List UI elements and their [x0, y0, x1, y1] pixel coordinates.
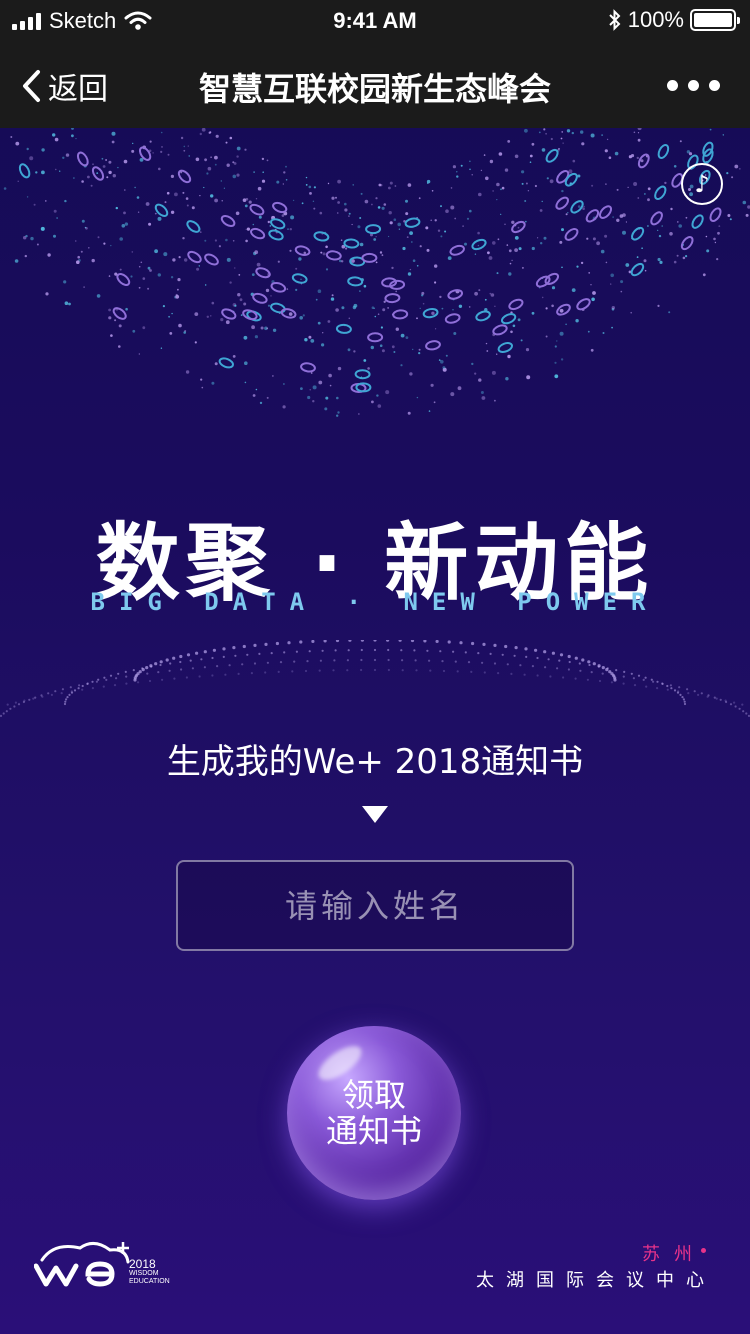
location-dot	[701, 1248, 706, 1253]
generate-prompt: 生成我的We+ 2018通知书	[166, 742, 584, 782]
screen: Sketch 9:41 AM 100% 返回 智慧互联校园新生态峰会 ♪ 数聚 …	[0, 0, 750, 1334]
nav-bar: 返回 智慧互联校园新生态峰会	[0, 40, 750, 128]
location-city: 苏州	[642, 1244, 706, 1265]
page-title: 智慧互联校园新生态峰会	[198, 70, 551, 108]
logo-tagline-1: WISDOM	[129, 1270, 159, 1277]
name-input[interactable]	[176, 860, 574, 951]
logo-tagline-2: EDUCATION	[129, 1278, 170, 1285]
subheadline: BIG DATA · NEW POWER	[90, 588, 660, 616]
bluetooth-icon	[609, 9, 621, 31]
logo-year: 2018	[129, 1257, 156, 1271]
music-toggle-button[interactable]: ♪	[681, 163, 723, 205]
claim-line-2: 通知书	[325, 1112, 422, 1150]
location-venue: 太湖国际会议中心	[476, 1270, 716, 1291]
battery-group: 100%	[608, 7, 740, 33]
more-dots-icon	[667, 80, 678, 91]
claim-notice-button[interactable]: 领取 通知书	[287, 1026, 461, 1200]
more-button[interactable]	[667, 80, 720, 91]
status-bar: Sketch 9:41 AM 100%	[0, 0, 750, 40]
claim-line-1: 领取	[341, 1076, 406, 1114]
down-arrow-icon	[362, 806, 388, 823]
music-note-icon: ♪	[694, 170, 710, 198]
data-globe-decoration	[3, 128, 750, 417]
logo-tagline: WISDOM EDUCATION	[129, 1270, 170, 1286]
battery-label: 100%	[627, 7, 684, 32]
battery-icon	[690, 9, 740, 31]
